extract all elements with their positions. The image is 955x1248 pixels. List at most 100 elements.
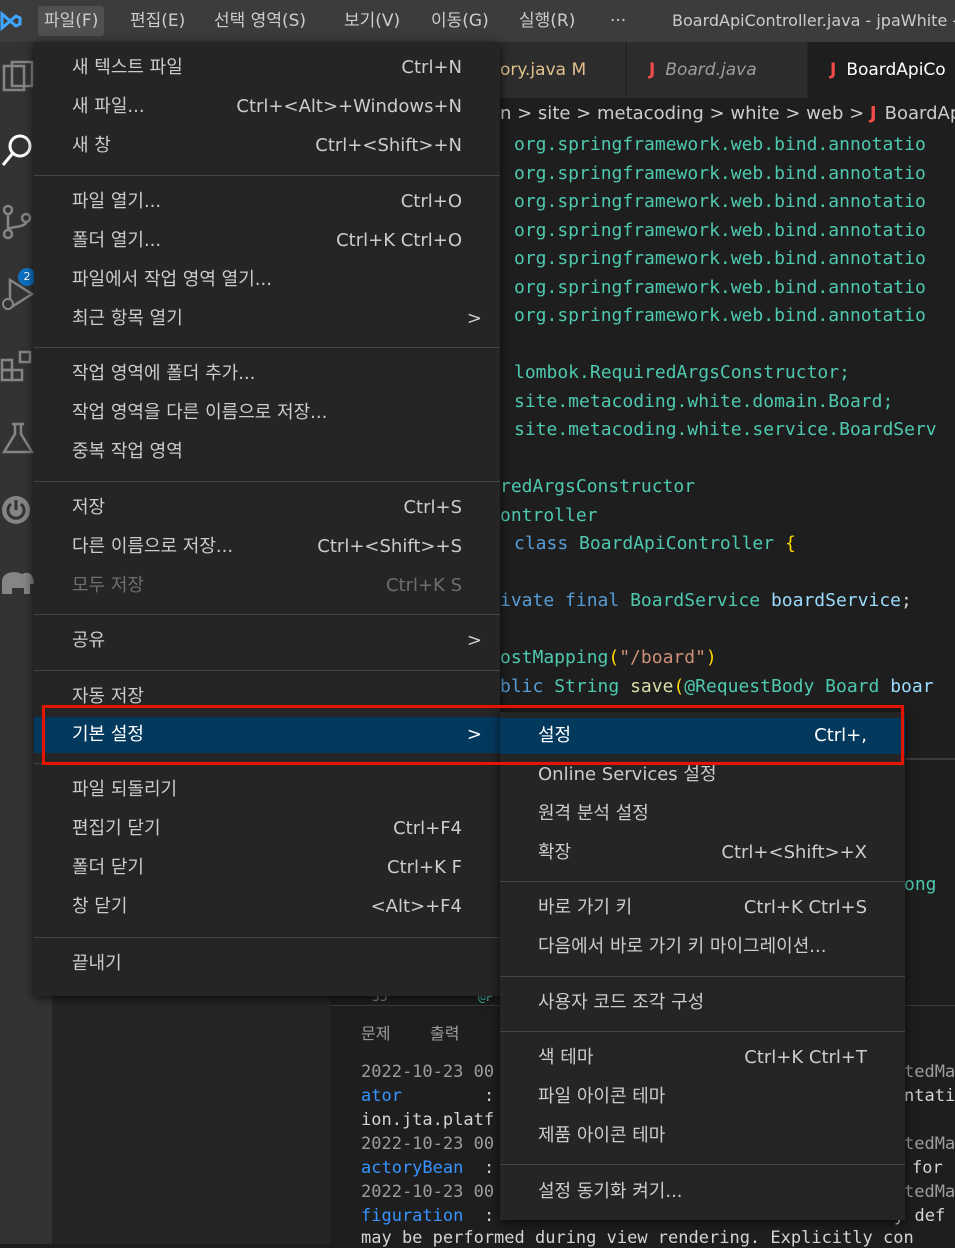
menu-item-add-folder-to-workspace[interactable]: 작업 영역에 폴더 추가... [34, 356, 500, 392]
vscode-logo-icon [0, 10, 22, 32]
menu-selection[interactable]: 선택 영역(S) [214, 0, 306, 42]
menu-separator [500, 881, 905, 882]
editor-tabs: ory.java M J Board.java J BoardApiCo [500, 42, 955, 98]
menu-item-open-file[interactable]: 파일 열기... Ctrl+O [34, 184, 500, 220]
code-line: org.springframework.web.bind.annotatio [514, 191, 926, 212]
output-line: : [484, 1158, 495, 1178]
code-line: site.metacoding.white.service.BoardServ [514, 419, 937, 440]
tab-board[interactable]: J Board.java [627, 42, 807, 98]
code-line: blic String save(@RequestBody Board boar [500, 676, 934, 697]
code-line: redArgsConstructor [500, 476, 696, 497]
menu-item-revert-file[interactable]: 파일 되돌리기 [34, 772, 500, 808]
menu-item-open-workspace-from-file[interactable]: 파일에서 작업 영역 열기... [34, 262, 500, 298]
output-line: tedMa [904, 1134, 955, 1154]
menu-go[interactable]: 이동(G) [431, 0, 489, 42]
file-menu: 새 텍스트 파일 Ctrl+N 새 파일... Ctrl+<Alt>+Windows… [34, 42, 500, 996]
output-line: 2022-10-23 00 [361, 1134, 495, 1154]
menu-item-telemetry-settings[interactable]: 원격 분석 설정 [500, 796, 905, 832]
menu-separator [34, 614, 500, 615]
menu-item-extensions[interactable]: 확장 Ctrl+<Shift>+X [500, 835, 905, 871]
menu-item-file-icon-theme[interactable]: 파일 아이콘 테마 [500, 1079, 905, 1115]
menu-separator [34, 347, 500, 348]
code-line: ontroller [500, 505, 598, 526]
output-line: ator [361, 1086, 402, 1106]
tab-label: ory.java M [500, 60, 587, 80]
tab-output[interactable]: 출력 [430, 1020, 459, 1044]
menu-item-new-window[interactable]: 새 창 Ctrl+<Shift>+N [34, 128, 500, 164]
java-file-icon: J [649, 60, 656, 80]
code-line: org.springframework.web.bind.annotatio [514, 220, 926, 241]
code-line: ivate final BoardService boardService; [500, 590, 912, 611]
output-line: actoryBean [361, 1158, 464, 1178]
window-title: BoardApiController.java - jpaWhite - [672, 11, 955, 30]
menu-item-save-workspace-as[interactable]: 작업 영역을 다른 이름으로 저장... [34, 395, 500, 431]
code-fragment: ong [904, 874, 937, 895]
menu-separator [34, 175, 500, 176]
menu-separator [500, 1164, 905, 1165]
output-line: tedMa [904, 1182, 955, 1202]
output-line: : [484, 1086, 495, 1106]
menu-item-keyboard-shortcuts[interactable]: 바로 가기 키 Ctrl+K Ctrl+S [500, 890, 905, 926]
menu-run[interactable]: 실행(R) [519, 0, 575, 42]
menu-item-save[interactable]: 저장 Ctrl+S [34, 490, 500, 526]
source-control-icon[interactable] [0, 204, 36, 240]
menu-item-configure-snippets[interactable]: 사용자 코드 조각 구성 [500, 985, 905, 1021]
extensions-icon[interactable] [0, 348, 36, 384]
title-bar: 파일(F) 편집(E) 선택 영역(S) 보기(V) 이동(G) 실행(R) ·… [0, 0, 955, 42]
code-editor[interactable]: org.springframework.web.bind.annotatio o… [500, 131, 955, 731]
testing-icon[interactable] [0, 420, 36, 456]
menu-item-share[interactable]: 공유 > [34, 623, 500, 659]
database-elephant-icon[interactable] [0, 564, 36, 600]
explorer-icon[interactable] [0, 60, 36, 96]
output-line: figuration [361, 1206, 464, 1226]
menu-item-save-as[interactable]: 다른 이름으로 저장... Ctrl+<Shift>+S [34, 529, 500, 565]
menu-more[interactable]: ··· [610, 0, 626, 42]
menu-separator [34, 481, 500, 482]
menu-item-close-editor[interactable]: 편집기 닫기 Ctrl+F4 [34, 811, 500, 847]
menu-item-migrate-keyboard-shortcuts[interactable]: 다음에서 바로 가기 키 마이그레이션... [500, 929, 905, 965]
code-line: ostMapping("/board") [500, 647, 717, 668]
menu-view[interactable]: 보기(V) [344, 0, 400, 42]
menu-item-open-folder[interactable]: 폴더 열기... Ctrl+K Ctrl+O [34, 223, 500, 259]
menu-item-close-window[interactable]: 창 닫기 <Alt>+F4 [34, 889, 500, 925]
tab-board-api-controller[interactable]: J BoardApiCo [808, 42, 955, 98]
menu-separator [500, 1031, 905, 1032]
menu-item-save-all: 모두 저장 Ctrl+K S [72, 575, 462, 596]
output-line: may be performed during view rendering. … [361, 1228, 914, 1248]
menu-item-close-folder[interactable]: 폴더 닫기 Ctrl+K F [34, 850, 500, 886]
search-icon[interactable] [0, 132, 36, 168]
menu-item-duplicate-workspace[interactable]: 중복 작업 영역 [34, 434, 500, 470]
breadcrumb-file: BoardApiC [884, 103, 955, 124]
menu-item-turn-on-settings-sync[interactable]: 설정 동기화 켜기... [500, 1174, 905, 1210]
output-line: ntati [904, 1086, 955, 1106]
output-line: for [912, 1158, 943, 1178]
breadcrumb-path: n > site > metacoding > white > web > [500, 103, 870, 124]
run-debug-icon[interactable] [0, 276, 36, 312]
breadcrumb[interactable]: n > site > metacoding > white > web > JB… [500, 98, 955, 130]
code-line: org.springframework.web.bind.annotatio [514, 134, 926, 155]
output-line: tedMa [904, 1062, 955, 1082]
java-file-icon: J [869, 103, 877, 124]
menu-separator [34, 670, 500, 671]
menu-item-product-icon-theme[interactable]: 제품 아이콘 테마 [500, 1118, 905, 1154]
menu-file[interactable]: 파일(F) [38, 6, 105, 36]
menu-item-open-recent[interactable]: 최근 항목 열기 > [34, 301, 500, 337]
menu-item-new-text-file[interactable]: 새 텍스트 파일 Ctrl+N [34, 50, 500, 86]
tab-label: BoardApiCo [846, 60, 946, 80]
code-line: lombok.RequiredArgsConstructor; [514, 362, 850, 383]
code-line: org.springframework.web.bind.annotatio [514, 248, 926, 269]
code-line: class BoardApiController { [514, 533, 796, 554]
menu-item-exit[interactable]: 끝내기 [34, 946, 500, 982]
output-line: ion.jta.platf [361, 1110, 495, 1130]
tab-label: Board.java [665, 60, 757, 80]
tab-problems[interactable]: 문제 [361, 1020, 390, 1044]
chevron-right-icon: > [466, 308, 482, 329]
annotation-highlight-box [42, 705, 904, 765]
tab-repository[interactable]: ory.java M [500, 42, 625, 98]
menu-edit[interactable]: 편집(E) [130, 0, 185, 42]
spring-boot-icon[interactable] [0, 492, 36, 528]
menu-separator [500, 976, 905, 977]
chevron-right-icon: > [466, 630, 482, 651]
menu-item-new-file[interactable]: 새 파일... Ctrl+<Alt>+Windows+N [34, 89, 500, 125]
menu-item-color-theme[interactable]: 색 테마 Ctrl+K Ctrl+T [500, 1040, 905, 1076]
